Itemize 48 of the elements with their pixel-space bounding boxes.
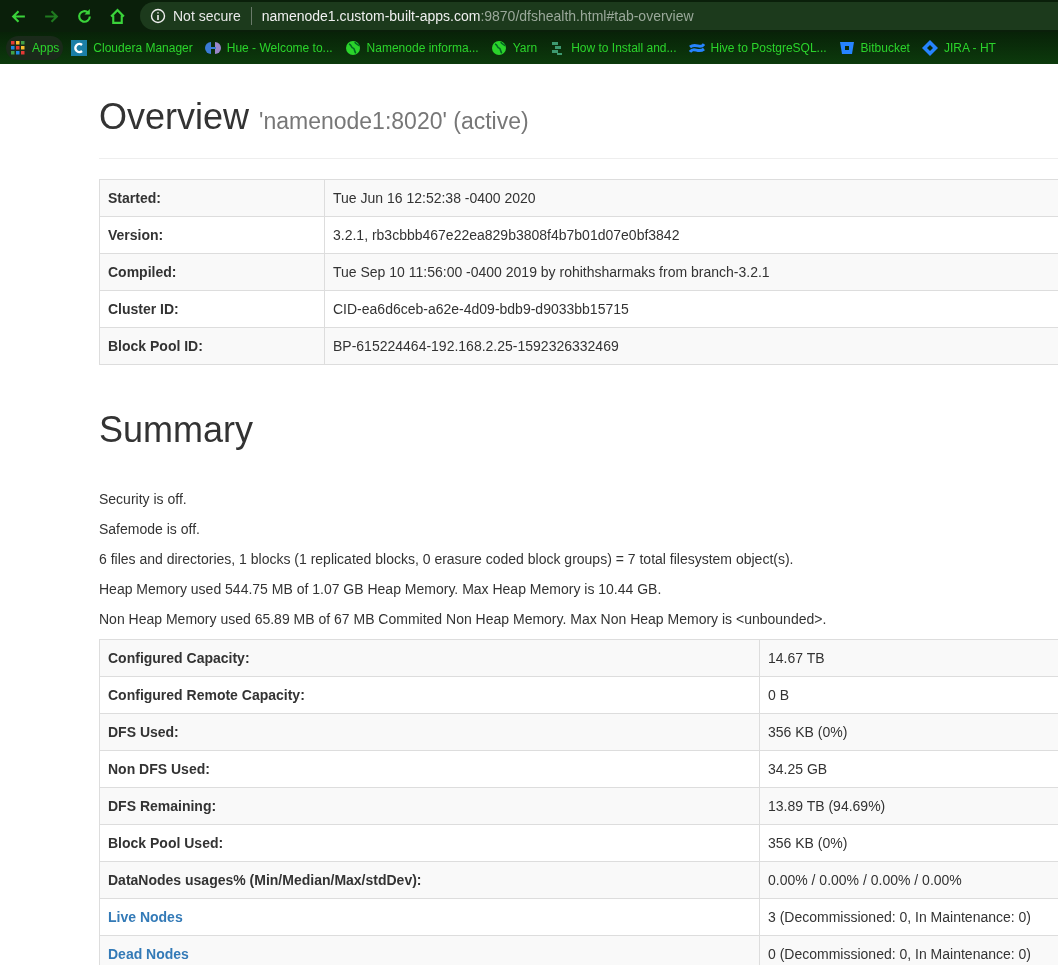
page-heading: Overview: [99, 96, 250, 138]
bookmark-item[interactable]: Namenode informa...: [340, 36, 483, 60]
row-label: Block Pool Used:: [99, 824, 760, 862]
row-label: Version:: [99, 216, 325, 254]
bookmark-item[interactable]: Apps: [6, 36, 64, 60]
row-label: Non DFS Used:: [99, 750, 760, 788]
summary-text: Security is off.: [99, 490, 188, 509]
row-label: Cluster ID:: [99, 290, 325, 328]
nodes-link[interactable]: Live Nodes: [99, 898, 760, 936]
bookmark-item[interactable]: Bitbucket: [834, 36, 914, 60]
row-label: Compiled:: [99, 253, 325, 291]
address-bar[interactable]: Not secure namenode1.custom-built-apps.com:9870/dfshealth.html#tab-overview: [140, 2, 1058, 30]
globe-icon: [344, 40, 361, 56]
nodes-link[interactable]: Dead Nodes: [99, 935, 760, 965]
url-host: namenode1.custom-built-apps.com: [261, 8, 481, 24]
info-icon: [150, 8, 166, 24]
namenode-subtitle: 'namenode1:8020' (active): [259, 108, 529, 135]
bookmark-item[interactable]: Cloudera Manager: [67, 36, 197, 60]
summary-text: Non Heap Memory used 65.89 MB of 67 MB Commited Non Heap Memory. Max Non Heap Memory is <unbounded>.: [99, 610, 828, 629]
bucket-icon: [838, 40, 855, 56]
summary-text: Heap Memory used 544.75 MB of 1.07 GB Heap Memory. Max Heap Memory is 10.44 GB.: [99, 580, 663, 599]
row-label: DFS Remaining:: [99, 787, 760, 825]
summary-text: Safemode is off.: [99, 520, 201, 539]
bookmark-item[interactable]: How to Install and...: [545, 36, 681, 60]
letter-c-icon: [71, 40, 88, 56]
row-label: DataNodes usages% (Min/Median/Max/stdDev):: [99, 861, 760, 899]
globe-icon: [490, 40, 507, 56]
row-value: Tue Jun 16 12:52:38 -0400 2020: [324, 179, 1058, 217]
bookmark-item[interactable]: Hue - Welcome to...: [200, 36, 337, 60]
row-label: Configured Capacity:: [99, 639, 760, 677]
hue-logo-icon: [204, 40, 221, 56]
security-label: Not secure: [173, 8, 241, 24]
row-label: DFS Used:: [99, 713, 760, 751]
confluence-logo-icon: [688, 40, 705, 56]
apps-grid-icon: [10, 40, 26, 56]
reload-icon[interactable]: [76, 7, 93, 25]
bookmark-item[interactable]: JIRA - HT: [917, 36, 1000, 60]
url-path: :9870/dfshealth.html#tab-overview: [480, 8, 694, 24]
section-heading: Summary: [99, 409, 255, 451]
home-icon[interactable]: [109, 7, 126, 25]
summary-text: 6 files and directories, 1 blocks (1 replicated blocks, 0 erasure coded block groups) = 7 total filesystem object(s).: [99, 550, 795, 569]
row-value: 14.67 TB: [759, 639, 1058, 677]
row-label: Block Pool ID:: [99, 327, 325, 365]
row-label: Started:: [99, 179, 325, 217]
row-label: Configured Remote Capacity:: [99, 676, 760, 714]
bookmark-item[interactable]: Hive to PostgreSQL...: [684, 36, 831, 60]
diamond-icon: [921, 40, 938, 56]
bookmark-item[interactable]: Yarn: [486, 36, 542, 60]
